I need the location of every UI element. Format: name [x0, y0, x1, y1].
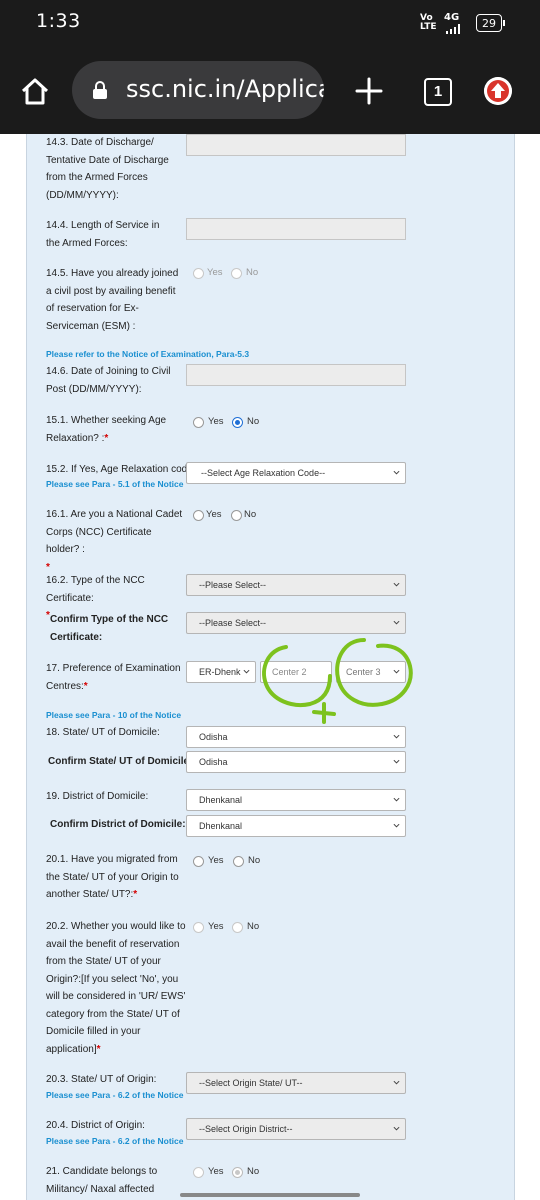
- hand-annotation: [262, 638, 413, 724]
- gesture-bar: [180, 1193, 360, 1197]
